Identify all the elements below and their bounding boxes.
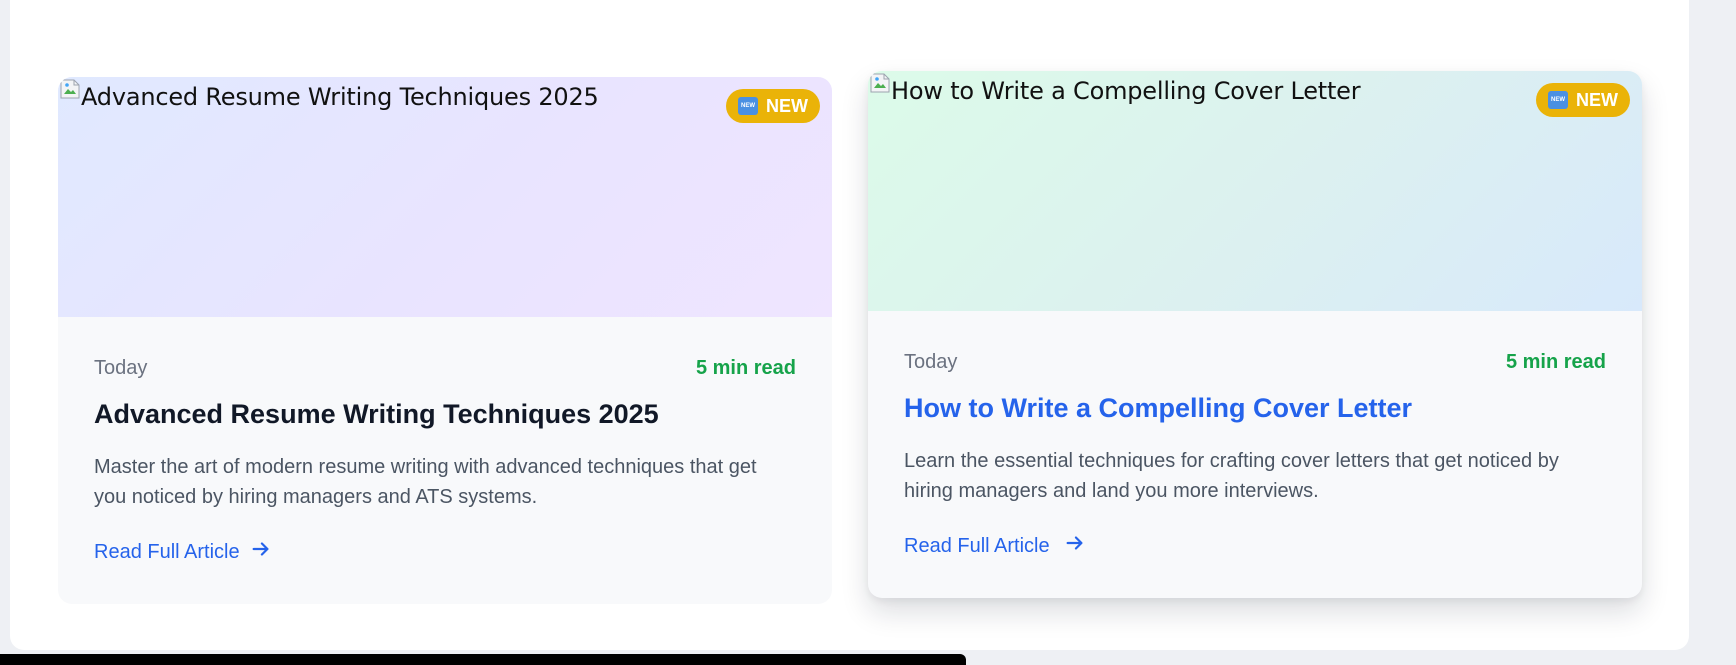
article-title[interactable]: How to Write a Compelling Cover Letter [904, 393, 1412, 424]
article-image[interactable]: Advanced Resume Writing Techniques 2025 … [58, 77, 832, 317]
tooltip-bar [0, 654, 966, 665]
article-card[interactable]: Advanced Resume Writing Techniques 2025 … [58, 77, 832, 604]
read-link-label: Read Full Article [904, 534, 1050, 557]
read-full-article-link[interactable]: Read Full Article [904, 532, 1086, 560]
read-full-article-link[interactable]: Read Full Article [94, 538, 272, 566]
arrow-right-icon [1064, 532, 1086, 560]
article-card[interactable]: How to Write a Compelling Cover Letter N… [868, 71, 1642, 598]
read-time: 5 min read [1505, 351, 1606, 373]
image-alt-text: How to Write a Compelling Cover Letter [891, 77, 1361, 105]
article-excerpt: Master the art of modern resume writing … [94, 456, 757, 508]
new-badge-label: NEW [766, 95, 808, 116]
read-link-label: Read Full Article [94, 540, 240, 563]
new-icon: NEW [738, 97, 758, 115]
broken-image-icon [58, 77, 82, 101]
article-excerpt: Learn the essential techniques for craft… [904, 450, 1559, 502]
broken-image-icon [868, 71, 892, 95]
article-date: Today [94, 357, 148, 379]
arrow-right-icon [250, 538, 272, 566]
new-badge-label: NEW [1576, 89, 1618, 110]
read-time: 5 min read [695, 357, 796, 379]
image-alt-text: Advanced Resume Writing Techniques 2025 [81, 83, 599, 111]
new-icon: NEW [1548, 91, 1568, 109]
article-date: Today [904, 351, 958, 373]
new-badge: NEW NEW [1536, 83, 1630, 117]
new-badge: NEW NEW [726, 89, 820, 123]
article-image[interactable]: How to Write a Compelling Cover Letter N… [868, 71, 1642, 311]
article-title[interactable]: Advanced Resume Writing Techniques 2025 [94, 399, 659, 430]
